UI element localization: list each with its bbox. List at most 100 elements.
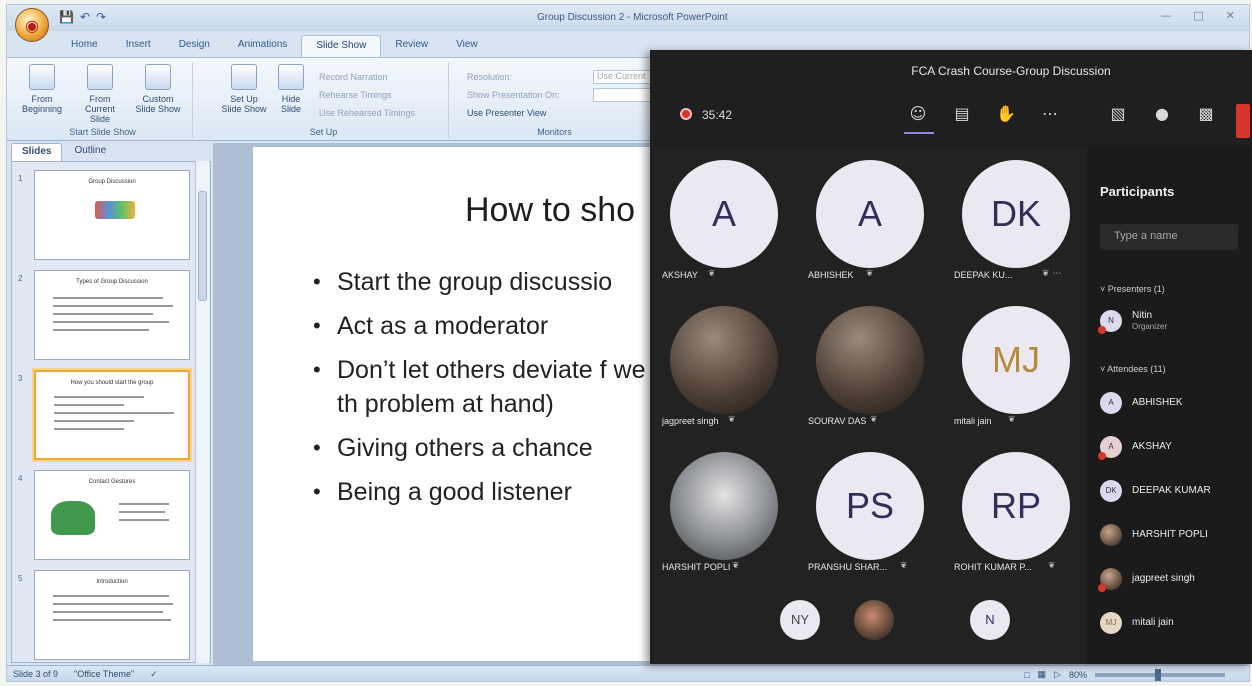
presenters-section-header[interactable]: ˅ Presenters (1) (1100, 284, 1165, 294)
hands-illustration-icon (51, 501, 95, 535)
text-line (53, 603, 173, 605)
zoom-slider[interactable] (1095, 668, 1225, 681)
participant-tile[interactable]: DK DEEPAK KU... ❦ ⋯ (946, 148, 1090, 292)
slide-thumbnail[interactable]: Introduction (34, 570, 190, 660)
meeting-title: FCA Crash Course-Group Discussion (911, 64, 1111, 78)
use-rehearsed-timings-checkbox[interactable]: Use Rehearsed Timings (319, 108, 415, 118)
overflow-avatar[interactable]: NY (780, 600, 820, 640)
camera-off-icon[interactable]: ▧ (1106, 104, 1130, 126)
sorter-view-icon[interactable]: ▦ (1038, 669, 1047, 680)
restore-icon[interactable]: □ (1193, 9, 1203, 22)
participant-name: DEEPAK KUMAR (1132, 485, 1211, 496)
show-on-select[interactable] (593, 88, 651, 102)
tab-design[interactable]: Design (165, 35, 224, 57)
rehearse-timings-button[interactable]: Rehearse Timings (319, 90, 392, 100)
undo-icon[interactable]: ↶ (80, 10, 90, 24)
participant-row[interactable]: jagpreet singh (1098, 566, 1250, 596)
avatar: DK (962, 160, 1070, 268)
participant-tile[interactable]: HARSHIT POPLI ❦ (654, 440, 798, 584)
text-line (53, 321, 169, 323)
set-up-slide-show-button[interactable]: Set Up Slide Show (219, 64, 269, 114)
more-options-icon[interactable]: ⋯ (1038, 104, 1062, 126)
custom-slide-show-button[interactable]: Custom Slide Show (133, 64, 183, 114)
tab-review[interactable]: Review (381, 35, 442, 57)
people-icon[interactable]: ☺ (906, 104, 930, 126)
scrollbar-thumb[interactable] (198, 191, 207, 301)
participant-avatar: A (1098, 436, 1122, 460)
redo-icon[interactable]: ↷ (96, 10, 106, 24)
participant-tile[interactable]: PS PRANSHU SHAR... ❦ (800, 440, 944, 584)
participant-name: mitali jain (954, 416, 992, 426)
attendees-section-header[interactable]: ˅ Attendees (11) (1100, 364, 1166, 374)
participant-row[interactable]: A ABHISHEK (1100, 390, 1250, 420)
save-icon[interactable]: 💾 (59, 10, 74, 24)
slide-title[interactable]: How to sho (465, 191, 635, 230)
slide-thumbnail-selected[interactable]: How you should start the group (34, 370, 190, 460)
active-indicator (904, 132, 934, 134)
resolution-select[interactable]: Use Current (593, 70, 651, 84)
participant-row[interactable]: HARSHIT POPLI (1100, 522, 1250, 552)
participant-row[interactable]: DK DEEPAK KUMAR (1100, 478, 1250, 508)
share-screen-icon[interactable]: ▩ (1194, 104, 1218, 126)
participant-avatar: MJ (1100, 612, 1122, 634)
thumb-title: Types of Group Discussion (76, 279, 148, 285)
recording-icon (680, 108, 692, 120)
normal-view-icon[interactable]: □ (1024, 670, 1029, 680)
participant-tile[interactable]: A ABHISHEK ❦ (800, 148, 944, 292)
tab-animations[interactable]: Animations (224, 35, 301, 57)
slide-thumbnail[interactable]: Group Discussion (34, 170, 190, 260)
hide-slide-button[interactable]: Hide Slide (271, 64, 311, 114)
tab-outline[interactable]: Outline (64, 143, 116, 161)
participant-name: PRANSHU SHAR... (808, 562, 888, 572)
participant-tile[interactable]: jagpreet singh ❦ (654, 294, 798, 438)
participant-row[interactable]: N Nitin Organizer (1098, 308, 1250, 338)
overflow-avatar-photo[interactable] (854, 600, 894, 640)
text-line (54, 396, 144, 398)
avatar: A (670, 160, 778, 268)
tab-view[interactable]: View (442, 35, 492, 57)
tab-slide-show[interactable]: Slide Show (301, 35, 382, 57)
teams-meeting-window: FCA Crash Course-Group Discussion 35:42 … (650, 50, 1252, 664)
slideshow-icon (87, 64, 113, 90)
office-button[interactable]: ◉ (15, 8, 49, 42)
participant-tile[interactable]: RP ROHIT KUMAR P... ❦ (946, 440, 1090, 584)
zoom-level[interactable]: 80% (1069, 670, 1087, 680)
use-presenter-view-checkbox[interactable]: Use Presenter View (467, 108, 546, 118)
from-current-slide-button[interactable]: From Current Slide (75, 64, 125, 124)
participant-name: ABHISHEK (1132, 397, 1183, 408)
status-dot (1098, 452, 1106, 460)
close-icon[interactable]: ✕ (1226, 9, 1235, 22)
from-beginning-button[interactable]: From Beginning (17, 64, 67, 114)
participant-search-input[interactable]: Type a name (1100, 224, 1238, 250)
participant-row[interactable]: MJ mitali jain (1100, 610, 1250, 640)
record-narration-button[interactable]: Record Narration (319, 72, 388, 82)
spelling-icon[interactable]: ✓ (150, 669, 158, 680)
participant-tile[interactable]: A AKSHAY ❦ (654, 148, 798, 292)
participant-name: DEEPAK KU... (954, 270, 1013, 280)
microphone-icon[interactable]: ● (1150, 104, 1174, 126)
status-bar: Slide 3 of 9 "Office Theme" ✓ □ ▦ ▷ 80% (7, 665, 1249, 681)
tab-home[interactable]: Home (57, 35, 112, 57)
avatar: RP (962, 452, 1070, 560)
thumbnail-scrollbar[interactable] (195, 161, 209, 663)
minimize-icon[interactable]: — (1160, 9, 1171, 22)
text-line (53, 305, 173, 307)
tab-slides[interactable]: Slides (11, 143, 63, 161)
thumb-title: How you should start the group (70, 380, 154, 386)
participant-tile[interactable]: MJ mitali jain ❦ (946, 294, 1090, 438)
text-line (54, 428, 124, 430)
status-dot (1098, 326, 1106, 334)
slide-thumbnail[interactable]: Contact Gestures (34, 470, 190, 560)
tab-insert[interactable]: Insert (112, 35, 165, 57)
raise-hand-icon[interactable]: ✋ (994, 104, 1018, 126)
participant-name: ABHISHEK (808, 270, 854, 280)
slideshow-view-icon[interactable]: ▷ (1054, 669, 1061, 680)
text-line (119, 511, 165, 513)
overflow-avatar[interactable]: N (970, 600, 1010, 640)
participant-tile[interactable]: SOURAV DAS ❦ (800, 294, 944, 438)
leave-button[interactable] (1236, 104, 1250, 138)
people-illustration-icon (95, 201, 135, 219)
slide-thumbnail[interactable]: Types of Group Discussion (34, 270, 190, 360)
participant-row[interactable]: A AKSHAY (1098, 434, 1250, 464)
chat-icon[interactable]: ▤ (950, 104, 974, 126)
